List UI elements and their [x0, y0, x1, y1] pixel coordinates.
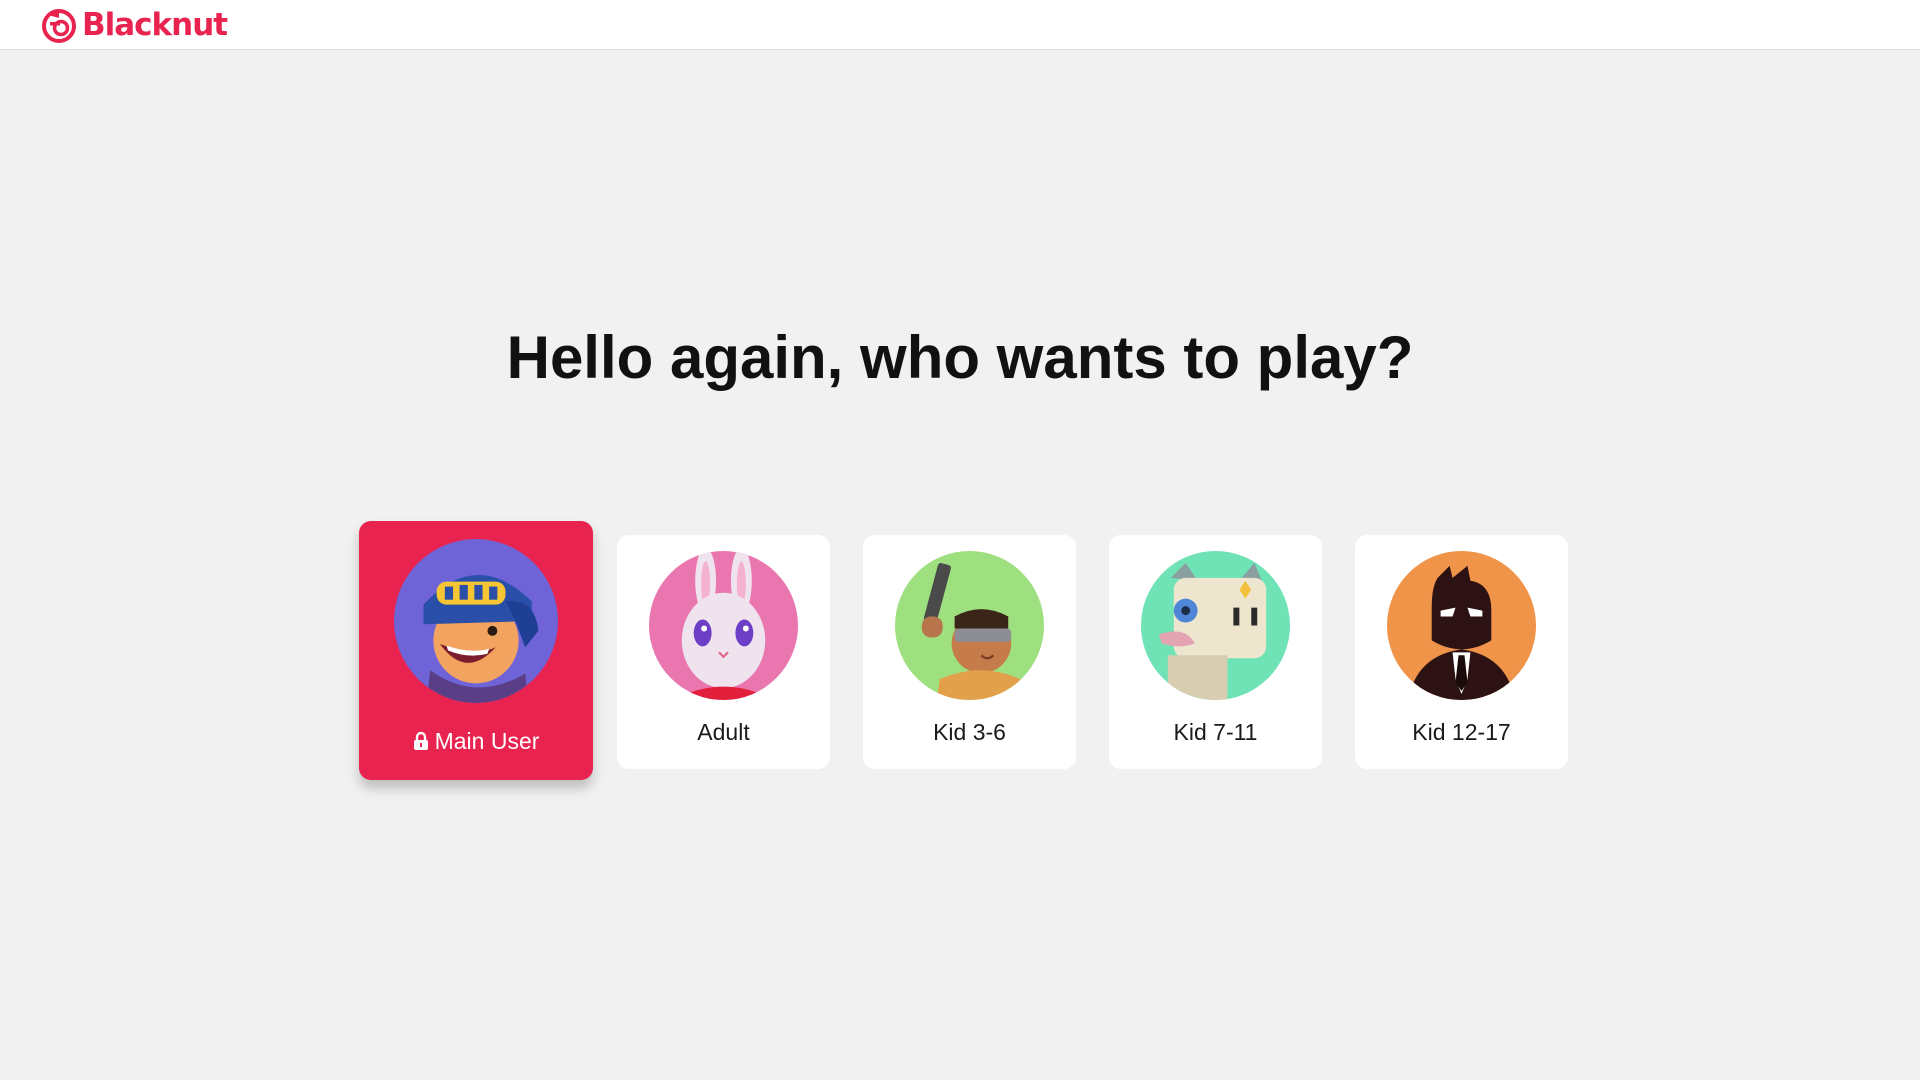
brand-name: Blacknut: [82, 7, 228, 43]
bunny-avatar: [649, 551, 798, 700]
profile-card-kid-3-6[interactable]: Kid 3-6: [863, 535, 1076, 769]
profile-card-adult[interactable]: Adult: [617, 535, 830, 769]
agent-avatar: [1387, 551, 1536, 700]
profile-name: Kid 7-11: [1173, 719, 1258, 745]
profile-name: Adult: [697, 719, 750, 745]
profile-name: Main User: [434, 728, 540, 754]
page-heading: Hello again, who wants to play?: [506, 324, 1414, 391]
top-bar: Blacknut: [0, 0, 1920, 50]
soldier-avatar: [895, 551, 1044, 700]
profile-card-main-user[interactable]: Main User: [359, 521, 593, 780]
helmet-kid-avatar: [394, 539, 558, 703]
blacknut-logo[interactable]: Blacknut: [40, 5, 228, 45]
profile-card-kid-12-17[interactable]: Kid 12-17: [1355, 535, 1568, 769]
blacknut-logo-icon: [40, 6, 78, 44]
profile-name: Kid 3-6: [933, 719, 1006, 745]
profile-label-main-user: Main User: [359, 726, 593, 756]
profile-name: Kid 12-17: [1412, 719, 1511, 745]
profile-card-kid-7-11[interactable]: Kid 7-11: [1109, 535, 1322, 769]
lock-icon: [413, 731, 429, 751]
robot-cat-avatar: [1141, 551, 1290, 700]
